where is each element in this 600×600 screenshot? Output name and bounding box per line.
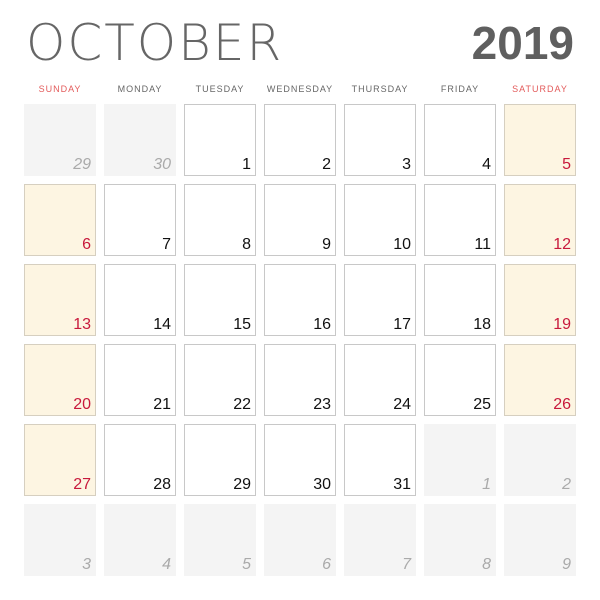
day-number: 8 <box>242 236 251 253</box>
weekday-label-thursday: THURSDAY <box>351 84 409 94</box>
day-cell[interactable]: 14 <box>104 264 176 336</box>
day-number: 6 <box>322 556 331 573</box>
day-number: 12 <box>553 236 571 253</box>
day-cell[interactable]: 23 <box>264 344 336 416</box>
day-number: 28 <box>153 476 171 493</box>
month-title: OCTOBER <box>26 14 284 72</box>
day-cell-outside-month[interactable]: 1 <box>424 424 496 496</box>
day-cell[interactable]: 21 <box>104 344 176 416</box>
day-cell-weekend[interactable]: 20 <box>24 344 96 416</box>
day-cell-weekend[interactable]: 12 <box>504 184 576 256</box>
day-cell-weekend[interactable]: 5 <box>504 104 576 176</box>
day-number: 14 <box>153 316 171 333</box>
weekday-label-wednesday: WEDNESDAY <box>266 84 334 94</box>
day-number: 7 <box>402 556 411 573</box>
day-number: 1 <box>242 156 251 173</box>
day-number: 27 <box>73 476 91 493</box>
day-number: 10 <box>393 236 411 253</box>
day-cell[interactable]: 1 <box>184 104 256 176</box>
day-cell[interactable]: 24 <box>344 344 416 416</box>
day-cell-outside-month[interactable]: 3 <box>24 504 96 576</box>
day-cell[interactable]: 8 <box>184 184 256 256</box>
day-cell-outside-month[interactable]: 30 <box>104 104 176 176</box>
day-cell[interactable]: 17 <box>344 264 416 336</box>
day-cell-weekend[interactable]: 6 <box>24 184 96 256</box>
day-number: 2 <box>322 156 331 173</box>
day-number: 6 <box>82 236 91 253</box>
day-number: 30 <box>153 156 171 173</box>
day-number: 17 <box>393 316 411 333</box>
day-cell[interactable]: 9 <box>264 184 336 256</box>
weekday-label-monday: MONDAY <box>117 84 163 94</box>
day-number: 5 <box>242 556 251 573</box>
day-cell[interactable]: 22 <box>184 344 256 416</box>
day-cell-outside-month[interactable]: 5 <box>184 504 256 576</box>
day-number: 9 <box>322 236 331 253</box>
day-cell-weekend[interactable]: 19 <box>504 264 576 336</box>
year-title: 2019 <box>471 17 574 69</box>
day-number: 4 <box>482 156 491 173</box>
day-cell[interactable]: 11 <box>424 184 496 256</box>
weekday-label-tuesday: TUESDAY <box>195 84 245 94</box>
day-number: 9 <box>562 556 571 573</box>
day-number: 31 <box>393 476 411 493</box>
day-cell-weekend[interactable]: 13 <box>24 264 96 336</box>
day-number: 7 <box>162 236 171 253</box>
day-cell[interactable]: 31 <box>344 424 416 496</box>
day-number: 11 <box>474 236 491 253</box>
day-cell[interactable]: 28 <box>104 424 176 496</box>
day-number: 26 <box>553 396 571 413</box>
day-number: 3 <box>82 556 91 573</box>
day-number: 16 <box>313 316 331 333</box>
day-number: 22 <box>233 396 251 413</box>
day-cell[interactable]: 7 <box>104 184 176 256</box>
day-number: 21 <box>153 396 171 413</box>
weekday-label-saturday: SATURDAY <box>512 84 568 94</box>
day-number: 13 <box>73 316 91 333</box>
day-number: 1 <box>482 476 491 493</box>
day-number: 24 <box>393 396 411 413</box>
day-cell[interactable]: 30 <box>264 424 336 496</box>
day-cell-outside-month[interactable]: 7 <box>344 504 416 576</box>
day-number: 3 <box>402 156 411 173</box>
day-cell[interactable]: 10 <box>344 184 416 256</box>
day-number: 23 <box>313 396 331 413</box>
day-number: 29 <box>73 156 91 173</box>
day-cell-outside-month[interactable]: 9 <box>504 504 576 576</box>
day-cell[interactable]: 29 <box>184 424 256 496</box>
day-number: 29 <box>233 476 251 493</box>
day-cell[interactable]: 4 <box>424 104 496 176</box>
day-cell-outside-month[interactable]: 29 <box>24 104 96 176</box>
day-cell[interactable]: 16 <box>264 264 336 336</box>
weekday-label-friday: FRIDAY <box>440 84 480 94</box>
day-number: 2 <box>562 476 571 493</box>
day-number: 25 <box>473 396 491 413</box>
day-number: 20 <box>73 396 91 413</box>
day-number: 15 <box>233 316 251 333</box>
day-cell-outside-month[interactable]: 6 <box>264 504 336 576</box>
day-number: 4 <box>162 556 171 573</box>
day-cell[interactable]: 18 <box>424 264 496 336</box>
day-number: 18 <box>473 316 491 333</box>
day-cell[interactable]: 15 <box>184 264 256 336</box>
day-number: 8 <box>482 556 491 573</box>
day-cell[interactable]: 2 <box>264 104 336 176</box>
day-cell-weekend[interactable]: 27 <box>24 424 96 496</box>
day-cell[interactable]: 3 <box>344 104 416 176</box>
day-cell-weekend[interactable]: 26 <box>504 344 576 416</box>
weekday-label-sunday: SUNDAY <box>38 84 82 94</box>
day-cell[interactable]: 25 <box>424 344 496 416</box>
day-number: 30 <box>313 476 331 493</box>
day-cell-outside-month[interactable]: 8 <box>424 504 496 576</box>
day-number: 5 <box>562 156 571 173</box>
day-cell-outside-month[interactable]: 4 <box>104 504 176 576</box>
day-cell-outside-month[interactable]: 2 <box>504 424 576 496</box>
day-number: 19 <box>553 316 571 333</box>
